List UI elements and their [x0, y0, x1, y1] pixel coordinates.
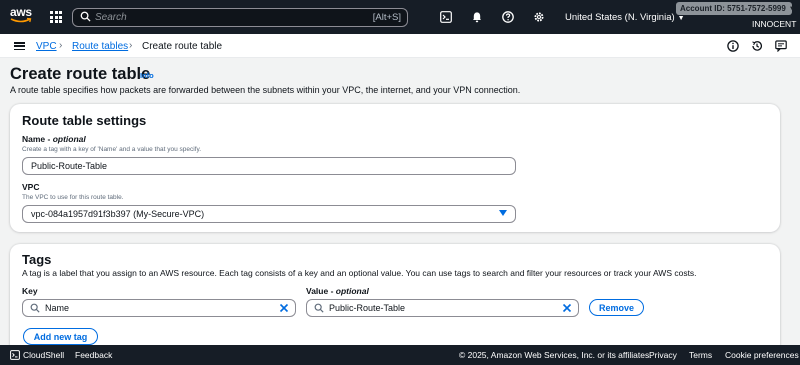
- tags-title: Tags: [22, 252, 52, 267]
- optional-text: optional: [52, 134, 86, 144]
- page-description: A route table specifies how packets are …: [10, 85, 521, 95]
- tags-description: A tag is a label that you assign to an A…: [22, 268, 697, 278]
- account-menu[interactable]: Account ID: 5751-7572-5999 ▼: [676, 2, 795, 15]
- search-icon: [30, 303, 40, 313]
- history-icon[interactable]: [751, 40, 763, 52]
- info-link[interactable]: Info: [140, 71, 154, 80]
- page-title: Create route table: [10, 65, 151, 83]
- chevron-down-icon: ▼: [677, 15, 685, 22]
- clear-icon[interactable]: [562, 303, 572, 313]
- info-icon[interactable]: [727, 40, 739, 52]
- copyright-text: © 2025, Amazon Web Services, Inc. or its…: [459, 350, 652, 360]
- cloudshell-icon[interactable]: [440, 11, 452, 23]
- gear-icon[interactable]: [533, 11, 545, 23]
- name-input[interactable]: Public-Route-Table: [22, 157, 516, 175]
- account-id: Account ID: 5751-7572-5999: [680, 4, 786, 13]
- search-placeholder: Search: [95, 12, 127, 23]
- breadcrumb-current: Create route table: [142, 41, 223, 52]
- cloudshell-link[interactable]: CloudShell: [23, 350, 64, 360]
- name-hint: Create a tag with a key of 'Name' and a …: [22, 146, 202, 153]
- tag-key-input[interactable]: Name: [22, 299, 296, 317]
- value-label-text: Value: [306, 286, 329, 296]
- aws-logo[interactable]: aws: [10, 6, 34, 28]
- tag-value-value: Public-Route-Table: [329, 303, 406, 313]
- region-label: United States (N. Virginia): [565, 12, 675, 23]
- user-name[interactable]: INNOCENT: [752, 19, 796, 29]
- tag-key-value: Name: [45, 303, 70, 313]
- breadcrumb-vpc[interactable]: VPC: [36, 41, 57, 52]
- aws-logo-text: aws: [10, 5, 32, 19]
- name-label: Name - optional: [22, 134, 86, 144]
- terms-link[interactable]: Terms: [689, 350, 712, 360]
- cloudshell-icon[interactable]: [10, 350, 20, 360]
- add-new-tag-button[interactable]: Add new tag: [23, 328, 98, 345]
- name-label-text: Name: [22, 134, 46, 144]
- cookie-preferences-link[interactable]: Cookie preferences: [725, 350, 799, 360]
- value-label: Value - optional: [306, 286, 369, 296]
- optional-text: optional: [335, 286, 369, 296]
- search-icon: [80, 11, 91, 22]
- top-navigation: aws Search [Alt+S] United States (N. Vir…: [0, 0, 800, 34]
- menu-icon[interactable]: [14, 42, 25, 50]
- vpc-select[interactable]: vpc-084a1957d91f3b397 (My-Secure-VPC): [22, 205, 516, 223]
- vpc-hint: The VPC to use for this route table.: [22, 194, 124, 201]
- vpc-label: VPC: [22, 182, 40, 192]
- tag-value-input[interactable]: Public-Route-Table: [306, 299, 579, 317]
- vpc-select-value: vpc-084a1957d91f3b397 (My-Secure-VPC): [31, 209, 205, 219]
- feedback-icon[interactable]: [775, 40, 787, 52]
- search-icon: [314, 303, 324, 313]
- breadcrumb-bar: VPC › Route tables › Create route table: [0, 34, 800, 58]
- footer: CloudShell Feedback © 2025, Amazon Web S…: [0, 345, 800, 365]
- grid-icon[interactable]: [50, 11, 62, 23]
- region-selector[interactable]: United States (N. Virginia) ▼: [565, 12, 685, 23]
- chevron-right-icon: ›: [129, 40, 133, 51]
- dropdown-caret-icon: [499, 210, 507, 216]
- chevron-right-icon: ›: [59, 40, 63, 51]
- help-icon[interactable]: [502, 11, 514, 23]
- bell-icon[interactable]: [471, 11, 483, 23]
- chevron-down-icon: ▼: [788, 5, 795, 12]
- route-table-settings-panel: Route table settings Name - optional Cre…: [10, 104, 780, 232]
- remove-tag-button[interactable]: Remove: [589, 299, 644, 316]
- key-label: Key: [22, 286, 38, 296]
- search-shortcut: [Alt+S]: [372, 12, 401, 23]
- breadcrumb-route-tables[interactable]: Route tables: [72, 41, 128, 52]
- tags-panel: Tags A tag is a label that you assign to…: [10, 244, 780, 354]
- feedback-link[interactable]: Feedback: [75, 350, 112, 360]
- name-input-value: Public-Route-Table: [31, 161, 108, 171]
- clear-icon[interactable]: [279, 303, 289, 313]
- privacy-link[interactable]: Privacy: [649, 350, 677, 360]
- settings-title: Route table settings: [22, 113, 147, 128]
- search-input[interactable]: Search [Alt+S]: [72, 8, 408, 27]
